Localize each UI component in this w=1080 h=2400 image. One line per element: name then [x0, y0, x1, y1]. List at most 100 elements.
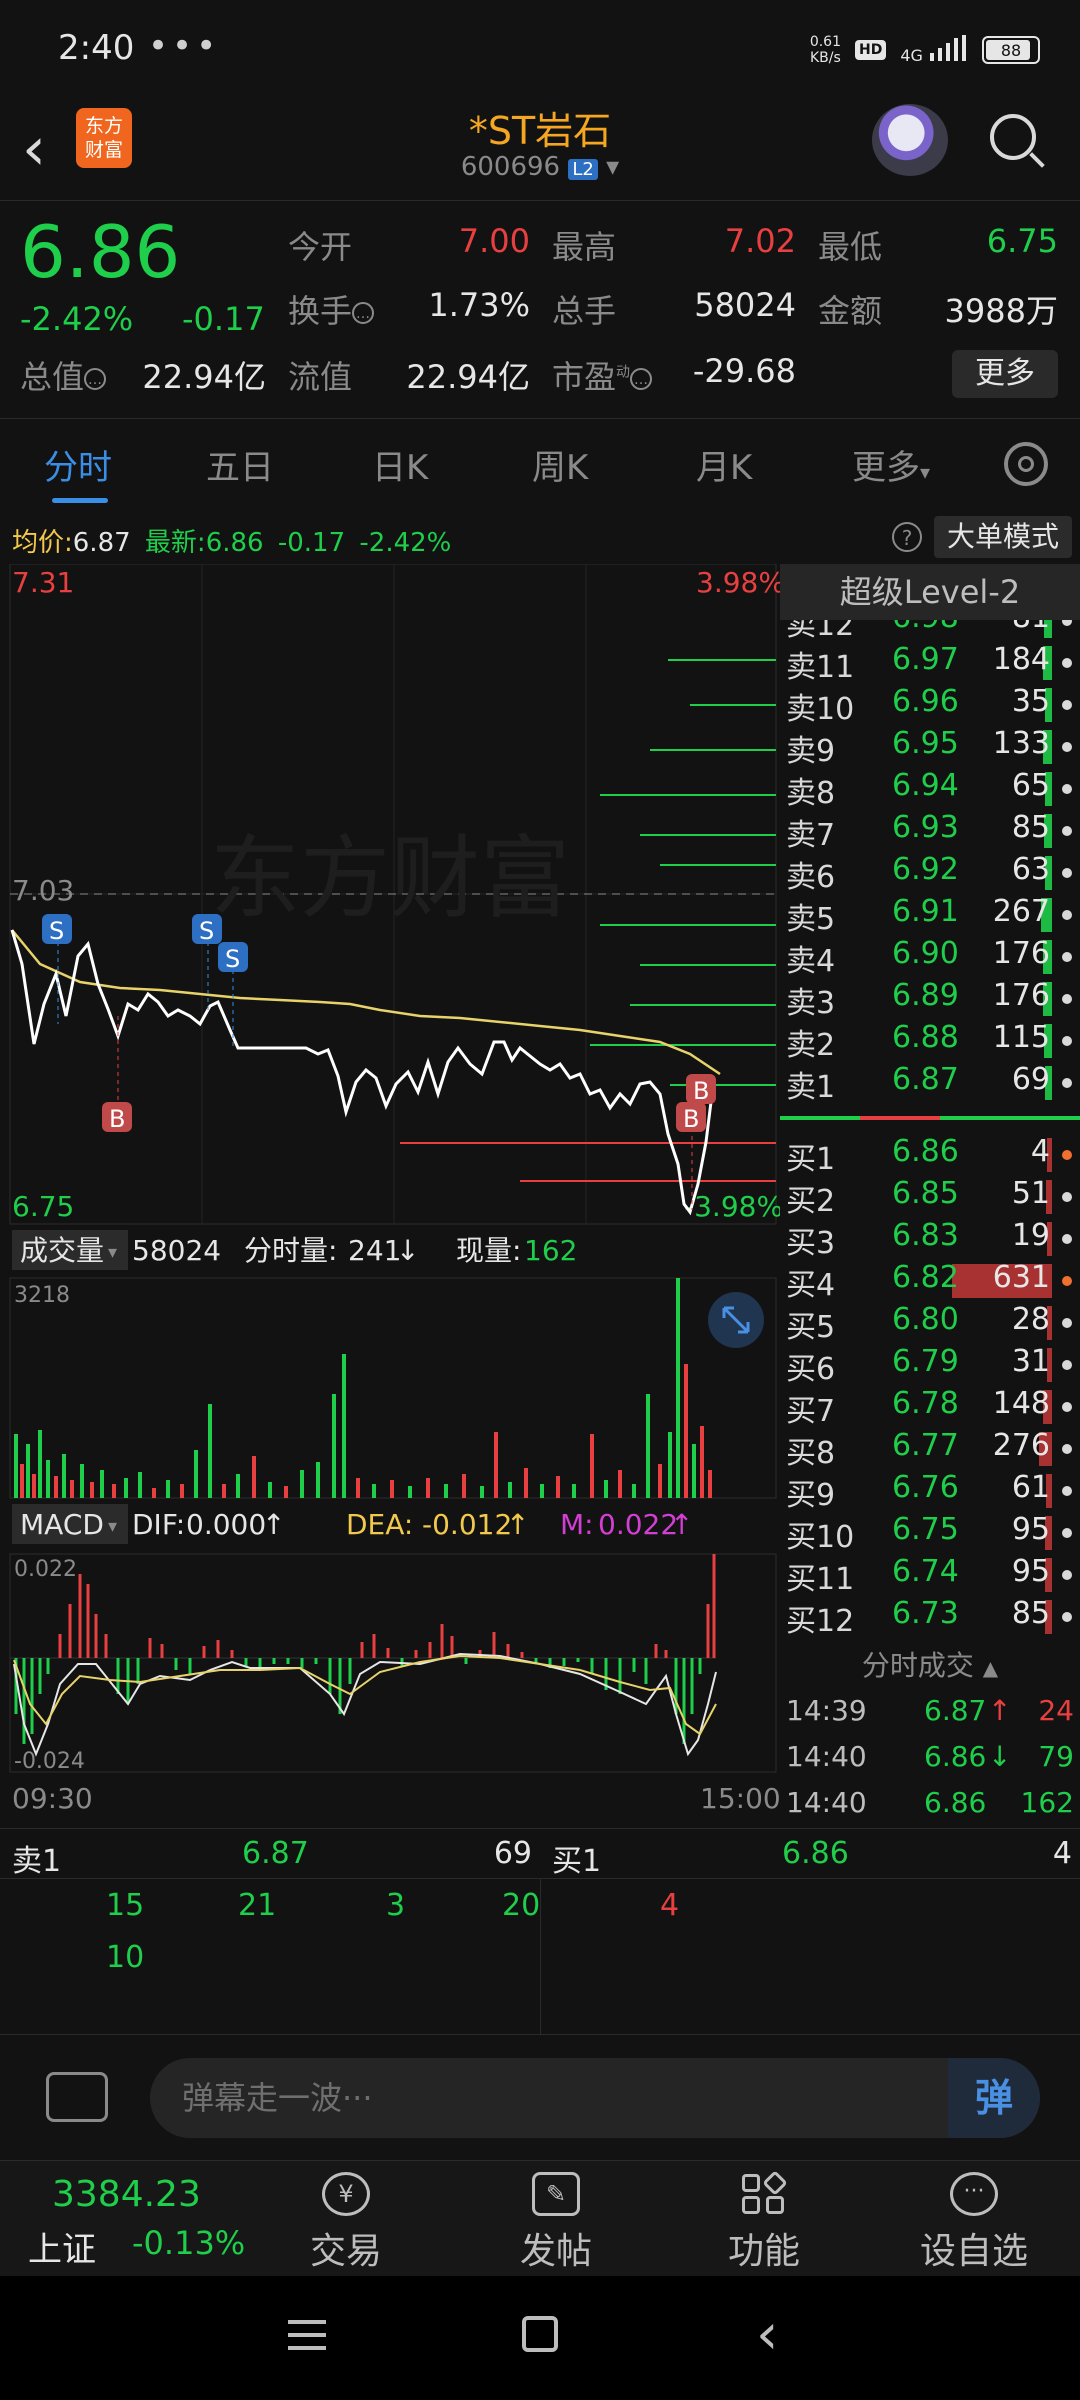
bid-row[interactable]: 买2 6.85 51	[780, 1176, 1080, 1219]
bid-row[interactable]: 买8 6.77 276	[780, 1428, 1080, 1471]
level-label: 卖2	[786, 1028, 836, 1063]
bid-row[interactable]: 买5 6.80 28	[780, 1302, 1080, 1345]
macd-axis-max: 0.022	[14, 1557, 77, 1582]
tab-daily-k[interactable]: 日K	[372, 440, 428, 489]
level-price: 6.97	[892, 642, 959, 677]
depth-ask-price: 6.87	[242, 1836, 309, 1871]
bid-row[interactable]: 买4 6.82 631	[780, 1260, 1080, 1303]
high-label: 最高	[552, 228, 617, 266]
tick-trades-title[interactable]: 分时成交 ▲	[780, 1644, 1080, 1684]
level-label: 买1	[786, 1142, 836, 1177]
level-dot-icon	[1062, 1150, 1072, 1160]
ask-row[interactable]: 卖1 6.87 69	[780, 1062, 1080, 1105]
back-icon[interactable]: ‹	[22, 114, 46, 184]
index-name[interactable]: 上证	[28, 2222, 96, 2271]
help-icon[interactable]: ?	[892, 522, 922, 552]
level-volume: 85	[1011, 810, 1050, 845]
level-dot-icon	[1062, 700, 1072, 710]
ask-row[interactable]: 卖6 6.92 63	[780, 852, 1080, 895]
svg-text:S: S	[199, 917, 214, 945]
search-icon[interactable]	[990, 114, 1036, 160]
bid-row[interactable]: 买11 6.74 95	[780, 1554, 1080, 1597]
level2-title[interactable]: 超级Level-2	[780, 564, 1080, 620]
level-label: 买11	[786, 1562, 855, 1597]
settings-gear-icon[interactable]	[1004, 442, 1048, 486]
level-price: 6.79	[892, 1344, 959, 1379]
nav-trade[interactable]: 交易	[276, 2222, 416, 2274]
level-price: 6.95	[892, 726, 959, 761]
robot-assistant-icon[interactable]	[872, 104, 948, 176]
level-price: 6.88	[892, 1020, 959, 1055]
intraday-chart[interactable]: 东方财富 7.31 3.98% 7.03 6.75 -3.98% S S S B…	[0, 564, 780, 1828]
status-time: 2:40	[58, 28, 135, 68]
index-value[interactable]: 3384.23	[52, 2174, 201, 2215]
level-dot-icon	[1062, 1612, 1072, 1622]
low-label: 最低	[818, 228, 883, 266]
ask-row[interactable]: 卖10 6.96 35	[780, 684, 1080, 727]
period-tabs: 分时 五日 日K 周K 月K 更多▾	[0, 420, 1080, 508]
big-order-mode-button[interactable]: 大单模式	[934, 516, 1072, 558]
hd-icon: HD	[854, 40, 887, 60]
tab-weekly-k[interactable]: 周K	[532, 440, 588, 489]
svg-text:DEA:: DEA:	[346, 1508, 413, 1541]
level-price: 6.91	[892, 894, 959, 929]
back-nav-icon[interactable]: ‹	[756, 2302, 778, 2367]
float-value: 22.94亿	[406, 358, 530, 396]
level-volume: 51	[1011, 1176, 1050, 1211]
ask-row[interactable]: 卖8 6.94 65	[780, 768, 1080, 811]
danmu-send-button[interactable]: 弹	[948, 2058, 1040, 2138]
macd-indicator-select[interactable]: MACD	[20, 1508, 104, 1541]
nav-post[interactable]: 发帖	[486, 2222, 626, 2274]
bid-row[interactable]: 买7 6.78 148	[780, 1386, 1080, 1429]
ask-row[interactable]: 卖11 6.97 184	[780, 642, 1080, 685]
volume-indicator-select[interactable]: 成交量	[20, 1234, 104, 1267]
level-dot-icon	[1062, 742, 1072, 752]
notification-dots-icon: •••	[148, 26, 221, 66]
bid-row[interactable]: 买3 6.83 19	[780, 1218, 1080, 1261]
ask-row[interactable]: 卖5 6.91 267	[780, 894, 1080, 937]
menu-icon[interactable]	[288, 2320, 326, 2350]
more-quote-button[interactable]: 更多	[952, 350, 1058, 398]
bid-row[interactable]: 买12 6.73 85	[780, 1596, 1080, 1639]
level-label: 卖8	[786, 776, 836, 811]
level-volume: 115	[992, 1020, 1050, 1055]
svg-text:↑: ↑	[506, 1508, 529, 1541]
ask-row[interactable]: 卖7 6.93 85	[780, 810, 1080, 853]
tab-five-day[interactable]: 五日	[206, 440, 274, 489]
level-label: 买9	[786, 1478, 836, 1513]
bid-row[interactable]: 买6 6.79 31	[780, 1344, 1080, 1387]
turnover-label: 换手…	[288, 286, 375, 332]
danmu-toggle-icon[interactable]	[46, 2072, 108, 2122]
tab-monthly-k[interactable]: 月K	[696, 440, 752, 489]
ref-price-label: 7.03	[12, 874, 74, 907]
svg-text:现量:: 现量:	[456, 1234, 521, 1267]
level-dot-icon	[1062, 952, 1072, 962]
bid-row[interactable]: 买1 6.86 4	[780, 1134, 1080, 1177]
bid-row[interactable]: 买10 6.75 95	[780, 1512, 1080, 1555]
level-price: 6.78	[892, 1386, 959, 1421]
ask-row[interactable]: 卖9 6.95 133	[780, 726, 1080, 769]
level-volume: 31	[1011, 1344, 1050, 1379]
level-dot-icon	[1062, 658, 1072, 668]
float-label: 流值	[288, 358, 353, 396]
trade-markers[interactable]: S S S B B B	[42, 914, 716, 1210]
svg-text:↑: ↑	[670, 1508, 693, 1541]
level-label: 卖9	[786, 734, 836, 769]
ask-row[interactable]: 卖4 6.90 176	[780, 936, 1080, 979]
bid-row[interactable]: 买9 6.76 61	[780, 1470, 1080, 1513]
home-icon[interactable]	[522, 2316, 558, 2352]
open-value: 7.00	[458, 222, 530, 260]
tab-more[interactable]: 更多▾	[852, 440, 930, 489]
ask-row[interactable]: 卖3 6.89 176	[780, 978, 1080, 1021]
nav-functions[interactable]: 功能	[694, 2222, 834, 2274]
open-label: 今开	[288, 228, 353, 266]
stock-header: *ST岩石 600696 L2 ▾ ‹ 东方 财富	[0, 100, 1080, 200]
tab-intraday[interactable]: 分时	[44, 440, 112, 489]
high-value: 7.02	[724, 222, 796, 260]
level-label: 卖7	[786, 818, 836, 853]
level-volume: 35	[1011, 684, 1050, 719]
nav-add-watchlist[interactable]: 设自选	[904, 2222, 1044, 2274]
ask-row[interactable]: 卖2 6.88 115	[780, 1020, 1080, 1063]
level-price: 6.76	[892, 1470, 959, 1505]
danmu-input[interactable]: 弹幕走一波···	[150, 2058, 1040, 2138]
